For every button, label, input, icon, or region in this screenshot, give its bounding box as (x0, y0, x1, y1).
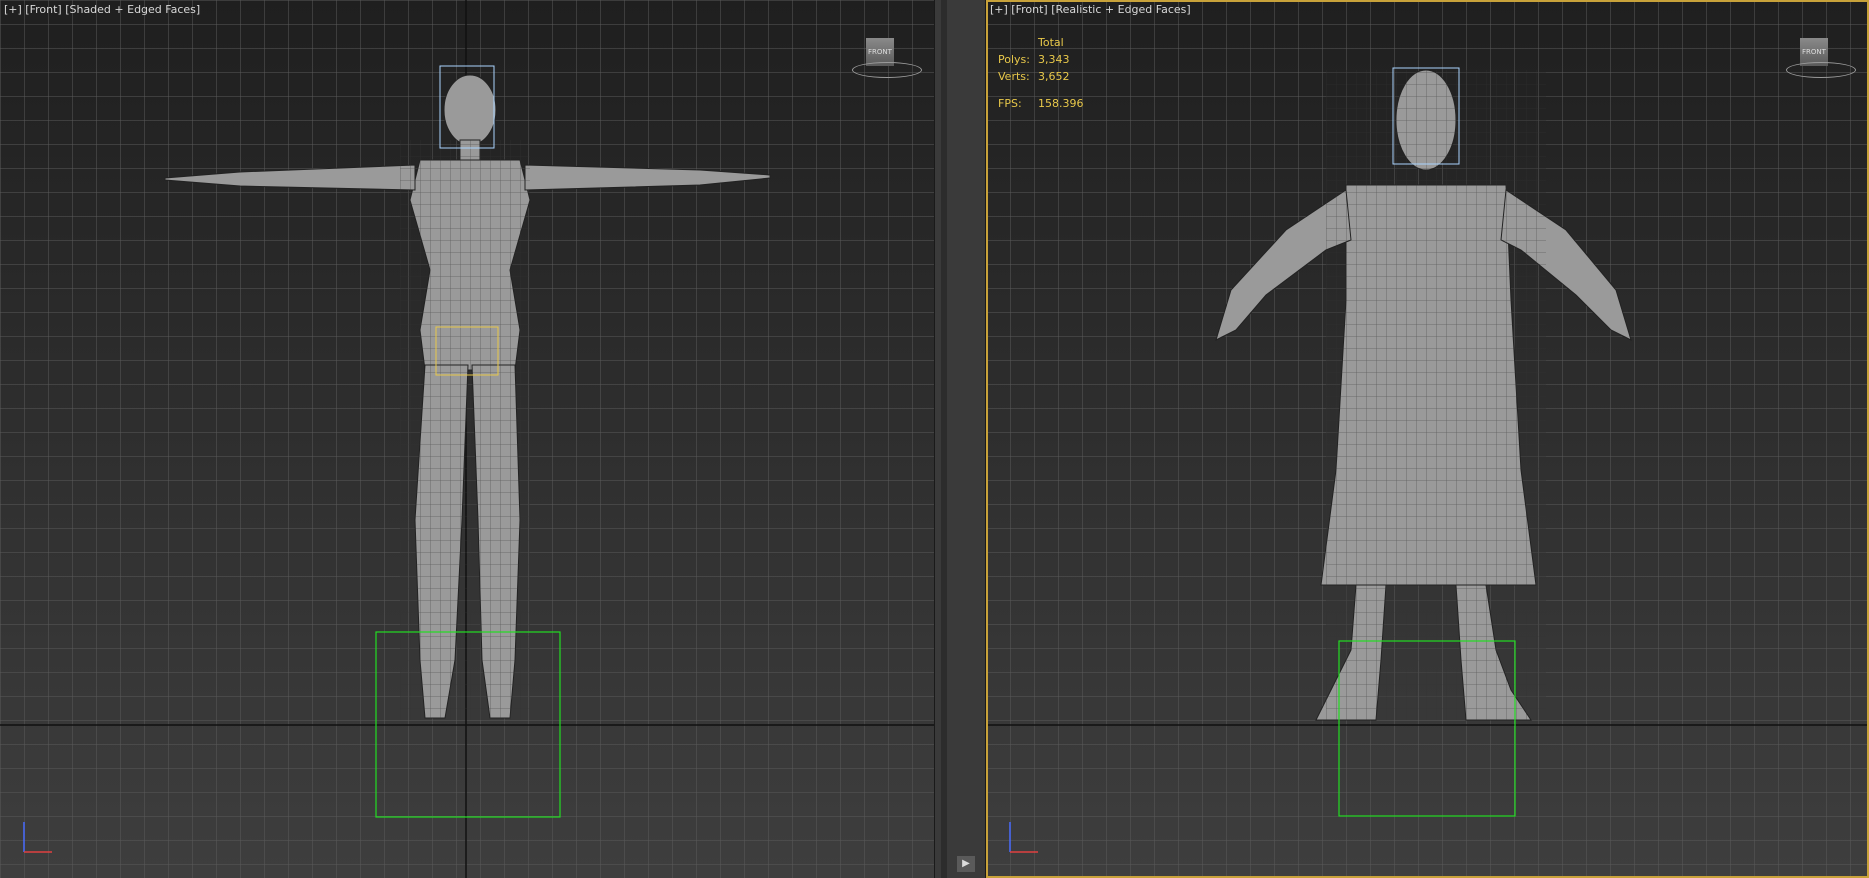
right-viewport-scene (986, 0, 1869, 878)
verts-value: 3,652 (1038, 70, 1070, 83)
stats-header: Total (1038, 36, 1064, 49)
viewcube[interactable]: FRONT (1786, 38, 1856, 78)
viewcube-compass-ring[interactable] (852, 62, 922, 78)
scrollbar-track[interactable] (941, 0, 947, 878)
fps-value: 158.396 (1038, 97, 1084, 110)
polys-label: Polys: (998, 53, 1030, 66)
left-viewport-scene (0, 0, 934, 878)
viewport-front-realistic[interactable]: [+] [Front] [Realistic + Edged Faces] To… (986, 0, 1869, 878)
viewcube-compass-ring[interactable] (1786, 62, 1856, 78)
viewport-divider[interactable]: ▶ (934, 0, 986, 878)
viewcube[interactable]: FRONT (852, 38, 922, 78)
play-icon[interactable]: ▶ (957, 856, 975, 872)
viewport-label[interactable]: [+] [Front] [Realistic + Edged Faces] (990, 3, 1191, 16)
viewport-front-shaded[interactable]: [+] [Front] [Shaded + Edged Faces] FRONT (0, 0, 934, 878)
viewport-label[interactable]: [+] [Front] [Shaded + Edged Faces] (4, 3, 200, 16)
fps-label: FPS: (998, 97, 1022, 110)
statistics-overlay: Total Polys: 3,343 Verts: 3,652 FPS: 158.39… (998, 34, 1084, 112)
verts-label: Verts: (998, 70, 1030, 83)
polys-value: 3,343 (1038, 53, 1070, 66)
